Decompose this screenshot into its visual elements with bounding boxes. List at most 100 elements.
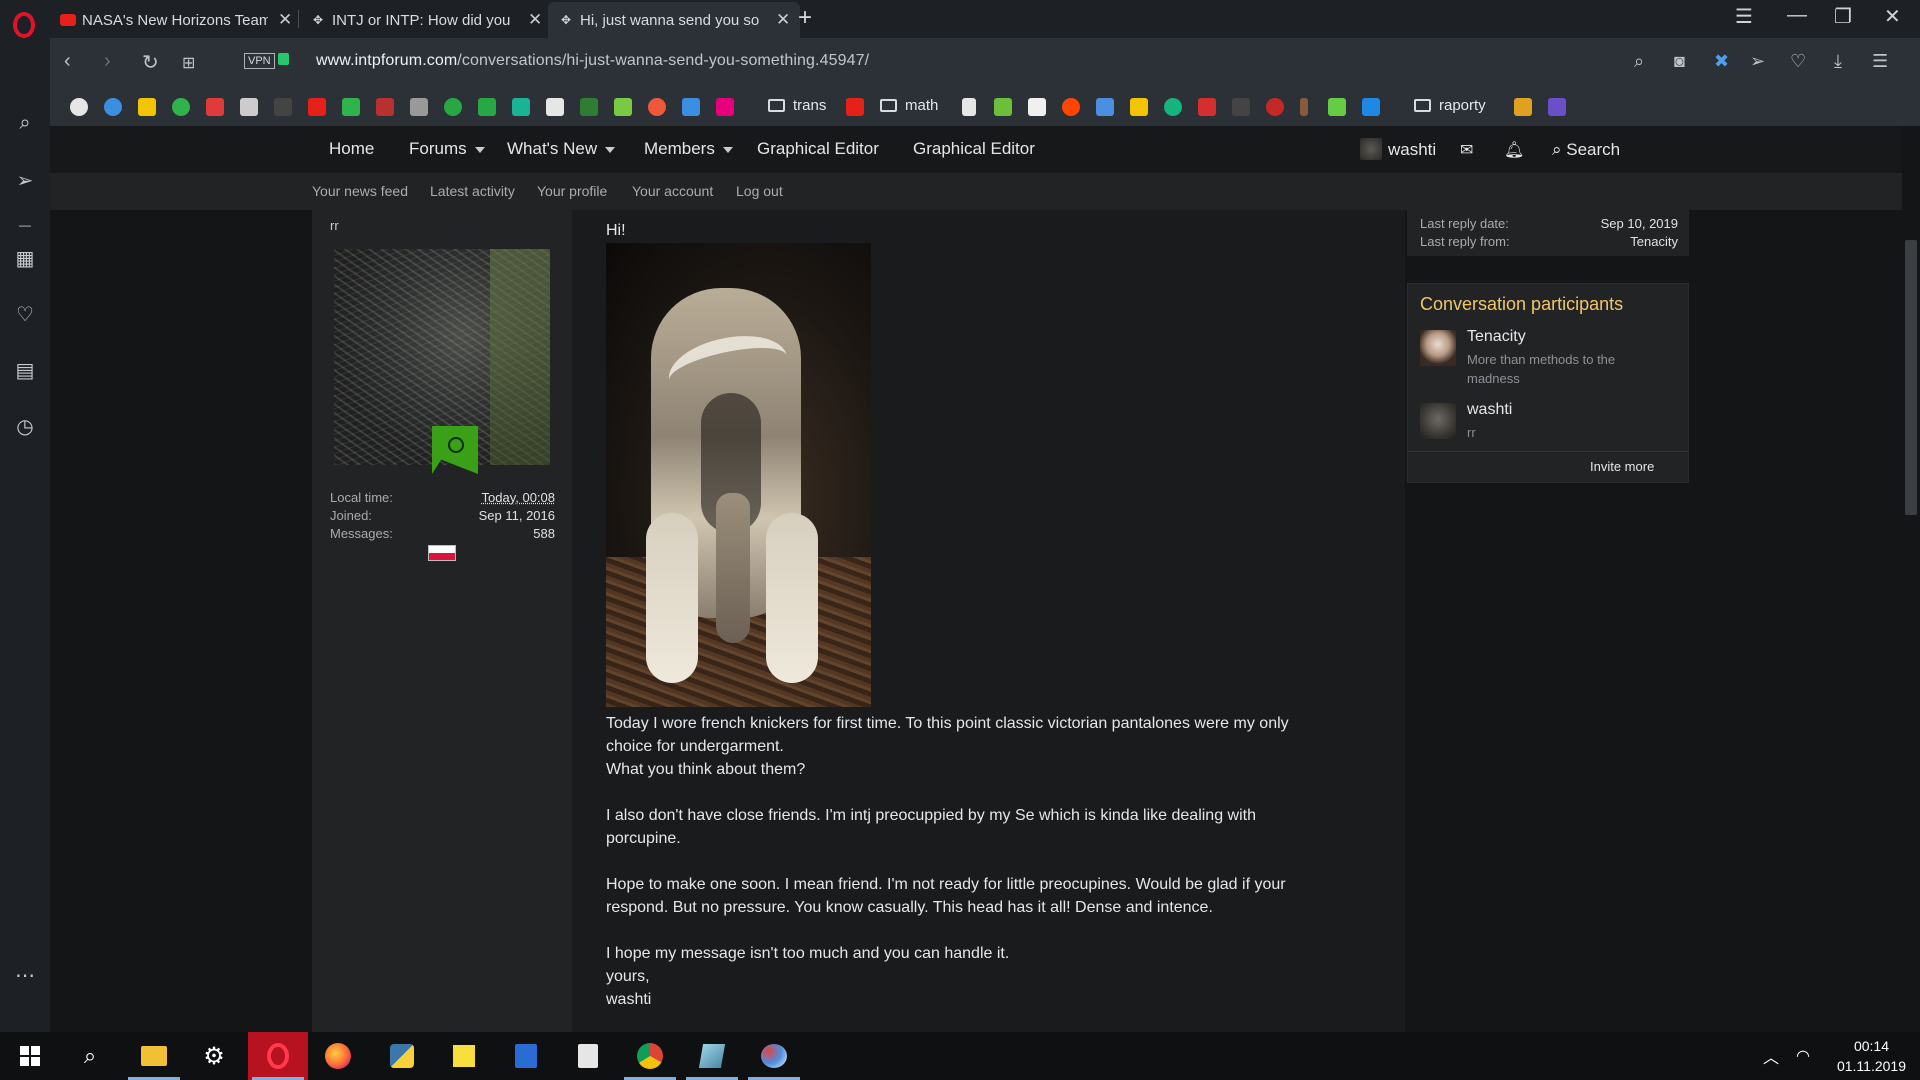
subnav-latest-activity[interactable]: Latest activity [430, 183, 515, 199]
bookmark-icon[interactable] [1548, 98, 1566, 116]
file-explorer-icon[interactable] [124, 1032, 184, 1080]
send-page-icon[interactable]: ➢ [1750, 51, 1765, 72]
send-icon[interactable]: ➢ [14, 168, 36, 193]
bookmark-icon[interactable] [410, 98, 428, 116]
bookmark-icon[interactable] [1028, 98, 1046, 116]
chevron-up-icon[interactable]: ︿ [1756, 1032, 1786, 1080]
minimize-button[interactable]: — [1787, 4, 1807, 27]
bell-icon[interactable]: 🔔︎ [1504, 140, 1524, 160]
nav-graphical-editor-2[interactable]: Graphical Editor [913, 139, 1035, 159]
bookmark-icon[interactable] [206, 98, 224, 116]
network-icon[interactable]: ◠ [1788, 1032, 1818, 1080]
close-icon[interactable]: ✕ [528, 10, 542, 30]
bookmark-icon[interactable] [962, 98, 976, 116]
tab-menu-icon[interactable]: ☰ [1735, 4, 1753, 29]
bookmark-folder-math[interactable]: math [880, 97, 938, 114]
bookmark-icon[interactable] [614, 98, 632, 116]
bookmark-icon[interactable] [376, 98, 394, 116]
app-icon[interactable] [496, 1032, 556, 1080]
bookmark-icon[interactable] [172, 98, 190, 116]
participant-name[interactable]: Tenacity [1467, 328, 1526, 346]
lock-icon[interactable] [278, 53, 289, 65]
settings-gear-icon[interactable]: ⚙ [184, 1032, 244, 1080]
tab-intj[interactable]: ✥ INTJ or INTP: How did you ✕ [300, 2, 552, 38]
nav-graphical-editor-1[interactable]: Graphical Editor [757, 139, 879, 159]
bookmark-icon[interactable] [512, 98, 530, 116]
bookmark-icon[interactable] [444, 98, 462, 116]
forward-button[interactable]: › [104, 50, 111, 73]
avatar[interactable] [1420, 330, 1456, 366]
search-icon[interactable]: ⌕ [60, 1032, 120, 1080]
bookmark-icon[interactable] [138, 98, 156, 116]
adblock-icon[interactable]: ✖ [1714, 51, 1729, 72]
bookmark-heart-icon[interactable]: ♡ [1790, 51, 1806, 72]
nav-members[interactable]: Members [644, 139, 733, 159]
subnav-news-feed[interactable]: Your news feed [312, 183, 408, 199]
opera-menu-icon[interactable] [13, 12, 35, 38]
close-icon[interactable]: ✕ [776, 10, 790, 30]
bookmark-icon[interactable] [1514, 98, 1532, 116]
bookmark-icon[interactable] [1232, 98, 1250, 116]
document-icon[interactable] [558, 1032, 618, 1080]
bookmark-icon[interactable] [580, 98, 598, 116]
bookmark-icon[interactable] [70, 98, 88, 116]
bookmark-folder-raporty[interactable]: raporty [1414, 97, 1486, 114]
nav-forums[interactable]: Forums [409, 139, 485, 159]
invite-more-link[interactable]: Invite more [1590, 459, 1654, 474]
subnav-your-account[interactable]: Your account [632, 183, 713, 199]
close-window-button[interactable]: ✕ [1884, 4, 1901, 29]
url-input[interactable]: www.intpforum.com/conversations/hi-just-… [316, 52, 869, 70]
speed-dial-icon[interactable]: ▦ [14, 246, 36, 271]
bookmark-icon[interactable] [994, 98, 1012, 116]
windows-start-icon[interactable] [0, 1032, 60, 1080]
bookmark-icon[interactable] [1266, 98, 1284, 116]
bookmark-icon[interactable] [308, 98, 326, 116]
close-icon[interactable]: ✕ [278, 10, 292, 30]
bookmark-icon[interactable] [648, 98, 666, 116]
user-menu[interactable]: washti [1388, 140, 1436, 160]
bookmark-icon[interactable] [274, 98, 292, 116]
search-page-icon[interactable]: ⌕ [1634, 51, 1644, 72]
inbox-icon[interactable]: ✉ [1460, 140, 1473, 160]
nav-home[interactable]: Home [329, 139, 374, 159]
chrome-icon[interactable] [620, 1032, 680, 1080]
bookmark-icon[interactable] [546, 98, 564, 116]
bookmark-folder-trans[interactable]: trans [768, 97, 826, 114]
bookmark-icon[interactable] [1096, 98, 1114, 116]
download-icon[interactable]: ⤓ [1834, 51, 1842, 72]
back-button[interactable]: ‹ [64, 50, 71, 73]
app-icon[interactable] [682, 1032, 742, 1080]
easy-setup-icon[interactable]: ☰ [1872, 51, 1888, 72]
bookmark-icon[interactable] [1062, 98, 1080, 116]
heart-icon[interactable]: ♡ [14, 302, 36, 327]
bookmark-icon[interactable] [104, 98, 122, 116]
bookmark-icon[interactable] [478, 98, 496, 116]
participant-name[interactable]: washti [1467, 401, 1512, 419]
bookmark-icon[interactable] [342, 98, 360, 116]
more-icon[interactable]: ⋯ [14, 963, 36, 988]
bookmark-icon[interactable] [1300, 98, 1308, 116]
restore-button[interactable]: ❐ [1834, 4, 1852, 29]
opera-taskbar-icon[interactable] [248, 1032, 308, 1080]
vpn-badge[interactable]: VPN [244, 53, 275, 69]
history-icon[interactable]: ◷ [14, 414, 36, 439]
python-icon[interactable] [372, 1032, 432, 1080]
subnav-your-profile[interactable]: Your profile [537, 183, 607, 199]
tab-nasa[interactable]: NASA's New Horizons Team ✕ [50, 2, 302, 38]
reload-button[interactable]: ↻ [142, 50, 159, 75]
new-tab-button[interactable]: + [798, 4, 812, 32]
search-button[interactable]: ⌕ Search [1552, 140, 1620, 160]
avatar[interactable] [1360, 138, 1382, 160]
scrollbar-thumb[interactable] [1905, 240, 1917, 515]
nav-whats-new[interactable]: What's New [507, 139, 616, 159]
bookmark-icon[interactable] [716, 98, 734, 116]
bookmark-icon[interactable] [682, 98, 700, 116]
tab-conversation[interactable]: ✥ Hi, just wanna send you so ✕ [548, 2, 801, 38]
camera-icon[interactable]: ◙ [1674, 51, 1685, 72]
bookmark-icon[interactable] [1130, 98, 1148, 116]
paint-icon[interactable] [744, 1032, 804, 1080]
bookmark-icon[interactable] [1362, 98, 1380, 116]
bookmark-icon[interactable] [846, 98, 864, 116]
news-icon[interactable]: ▤ [14, 358, 36, 383]
anteater-image[interactable] [606, 243, 871, 707]
